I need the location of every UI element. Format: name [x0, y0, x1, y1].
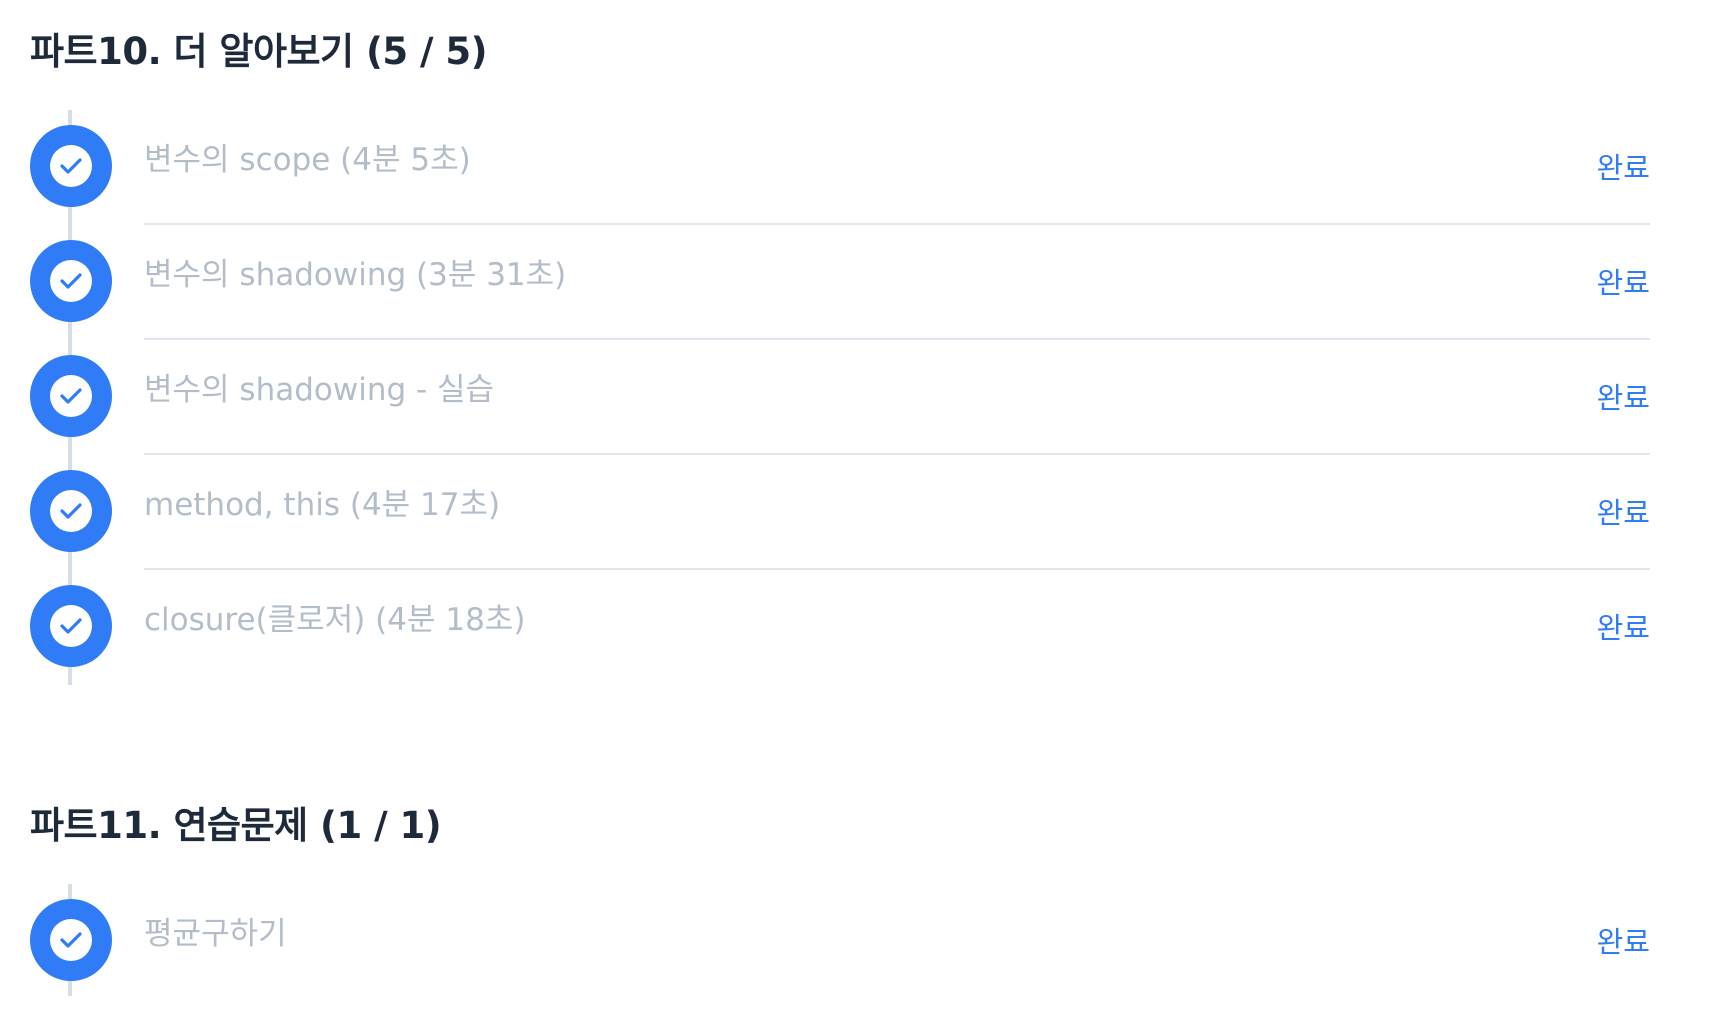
check-circle-icon: [30, 585, 112, 667]
lesson-status-complete[interactable]: 완료: [1597, 261, 1650, 305]
check-circle-icon: [30, 240, 112, 322]
lesson-title[interactable]: 변수의 scope (4분 5초): [144, 138, 471, 182]
lesson-title[interactable]: closure(클로저) (4분 18초): [144, 598, 525, 642]
check-circle-icon: [30, 899, 112, 981]
lesson-status-complete[interactable]: 완료: [1597, 491, 1650, 535]
curriculum-page: 파트10. 더 알아보기 (5 / 5) 변수의 scope (4분 5초) 완…: [0, 0, 1730, 1024]
lesson-title[interactable]: 평균구하기: [144, 912, 287, 956]
check-circle-icon: [30, 125, 112, 207]
lesson-item[interactable]: 변수의 shadowing (3분 31초) 완료: [30, 225, 1650, 340]
section-part10: 파트10. 더 알아보기 (5 / 5) 변수의 scope (4분 5초) 완…: [30, 22, 1650, 701]
section-title: 파트10. 더 알아보기 (5 / 5): [30, 30, 488, 73]
lesson-status-complete[interactable]: 완료: [1597, 606, 1650, 650]
lesson-item[interactable]: method, this (4분 17초) 완료: [30, 455, 1650, 570]
check-circle-icon: [30, 470, 112, 552]
lesson-item[interactable]: 평균구하기 완료: [30, 884, 1650, 999]
section-title: 파트11. 연습문제 (1 / 1): [30, 804, 442, 847]
lesson-list: 평균구하기 완료: [30, 884, 1650, 999]
check-circle-icon: [30, 355, 112, 437]
lesson-item[interactable]: closure(클로저) (4분 18초) 완료: [30, 570, 1650, 685]
lesson-item[interactable]: 변수의 shadowing - 실습 완료: [30, 340, 1650, 455]
lesson-item[interactable]: 변수의 scope (4분 5초) 완료: [30, 110, 1650, 225]
lesson-status-complete[interactable]: 완료: [1597, 920, 1650, 964]
lesson-title[interactable]: 변수의 shadowing (3분 31초): [144, 253, 566, 297]
lesson-status-complete[interactable]: 완료: [1597, 376, 1650, 420]
lesson-title[interactable]: method, this (4분 17초): [144, 483, 500, 527]
section-part11: 파트11. 연습문제 (1 / 1) 평균구하기 완료: [30, 796, 1650, 1015]
lesson-title[interactable]: 변수의 shadowing - 실습: [144, 368, 494, 412]
lesson-list: 변수의 scope (4분 5초) 완료 변수의 shadowing (3분 3…: [30, 110, 1650, 685]
lesson-status-complete[interactable]: 완료: [1597, 146, 1650, 190]
